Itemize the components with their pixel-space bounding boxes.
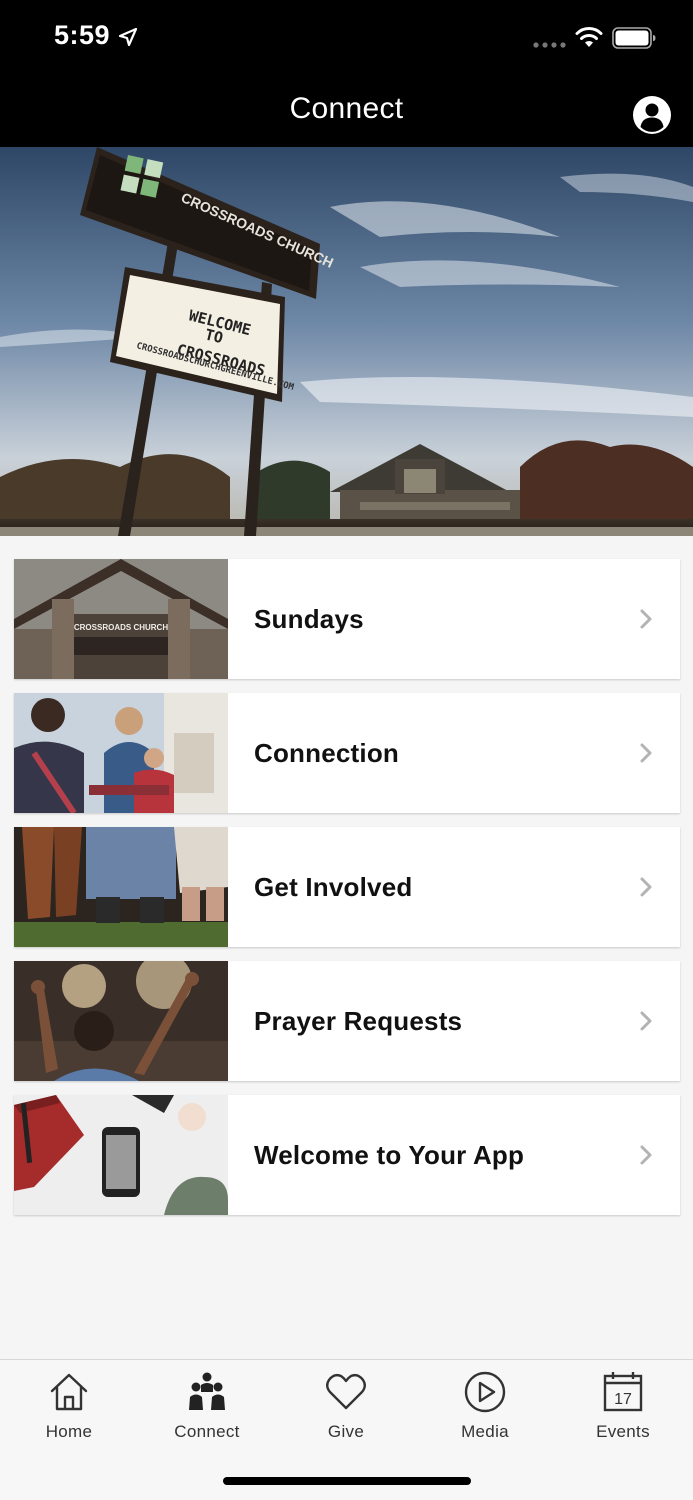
chevron-right-icon <box>640 1145 652 1165</box>
chevron-right-icon <box>640 609 652 629</box>
tab-media[interactable]: Media <box>416 1370 554 1450</box>
get-involved-thumbnail <box>14 827 228 947</box>
tab-label: Events <box>596 1422 650 1441</box>
menu-item-label: Sundays <box>254 603 364 634</box>
menu-item-label: Welcome to Your App <box>254 1139 525 1170</box>
tab-label: Home <box>45 1422 93 1441</box>
profile-icon[interactable] <box>632 95 672 135</box>
menu-list: CROSSROADS CHURCH Sundays Connection Get… <box>14 559 680 1229</box>
menu-item-label: Get Involved <box>254 871 413 902</box>
top-bar: 5:59 Connect <box>0 0 693 147</box>
home-indicator <box>223 1477 471 1485</box>
welcome-app-thumbnail <box>14 1095 228 1215</box>
menu-item-prayer-requests[interactable]: Prayer Requests <box>14 961 680 1081</box>
cellular-signal-icon <box>533 42 566 48</box>
chevron-right-icon <box>640 1011 652 1031</box>
menu-item-welcome-to-your-app[interactable]: Welcome to Your App <box>14 1095 680 1215</box>
menu-item-connection[interactable]: Connection <box>14 693 680 813</box>
battery-icon <box>612 27 656 49</box>
sundays-thumbnail: CROSSROADS CHURCH <box>14 559 228 679</box>
tab-home[interactable]: Home <box>0 1370 138 1450</box>
page-title: Connect <box>289 92 404 125</box>
wifi-icon <box>575 27 603 47</box>
prayer-requests-thumbnail <box>14 961 228 1081</box>
connection-thumbnail <box>14 693 228 813</box>
tab-label: Media <box>461 1422 509 1441</box>
menu-item-label: Prayer Requests <box>254 1005 463 1036</box>
people-icon <box>189 1372 225 1410</box>
tab-label: Connect <box>174 1422 240 1441</box>
tab-label: Give <box>327 1422 365 1441</box>
tab-connect[interactable]: Connect <box>138 1370 276 1450</box>
chevron-right-icon <box>640 877 652 897</box>
heart-icon <box>326 1373 366 1410</box>
play-circle-icon <box>464 1371 506 1413</box>
hero-image: CROSSROADS CHURCH WELCOME TO CROSSROADS … <box>0 147 693 536</box>
menu-item-sundays[interactable]: CROSSROADS CHURCH Sundays <box>14 559 680 679</box>
chevron-right-icon <box>640 743 652 763</box>
sundays-thumb-text: CROSSROADS CHURCH <box>74 623 168 632</box>
hero-banner: CROSSROADS CHURCH WELCOME TO CROSSROADS … <box>0 147 693 536</box>
tab-events[interactable]: 17 Events <box>554 1370 692 1450</box>
location-arrow-icon <box>118 27 138 47</box>
home-icon <box>50 1373 88 1411</box>
calendar-icon: 17 <box>603 1372 643 1412</box>
status-time: 5:59 <box>54 20 111 50</box>
calendar-day-text: 17 <box>614 1391 632 1408</box>
menu-item-get-involved[interactable]: Get Involved <box>14 827 680 947</box>
tab-give[interactable]: Give <box>277 1370 415 1450</box>
menu-item-label: Connection <box>254 737 399 768</box>
